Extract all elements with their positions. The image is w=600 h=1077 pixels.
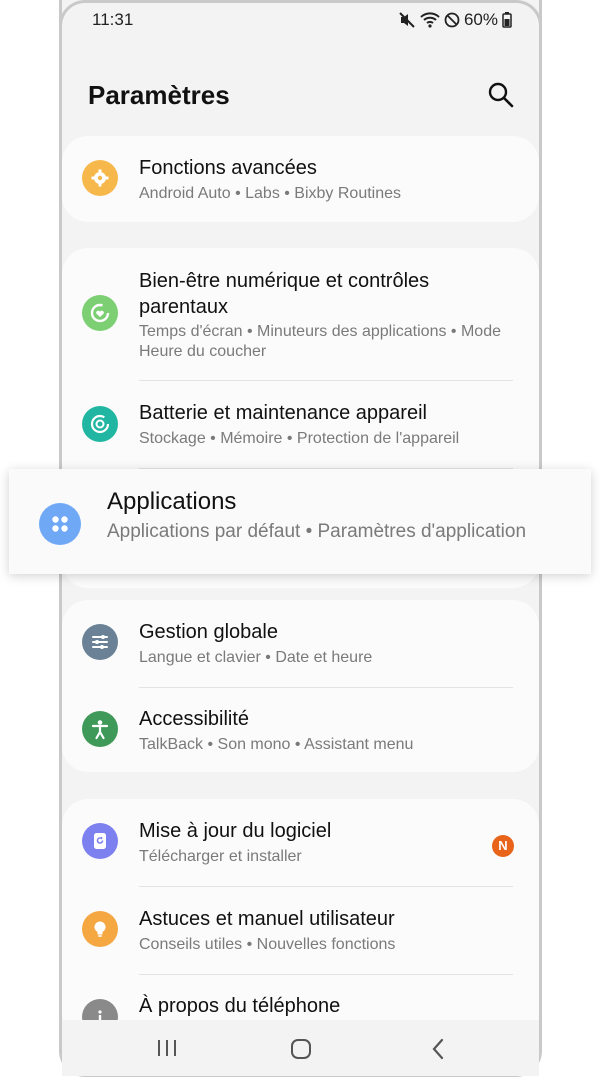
- home-icon: [291, 1039, 311, 1059]
- settings-item-title: Mise à jour du logiciel: [139, 820, 332, 842]
- settings-item-title: Accessibilité: [139, 708, 250, 730]
- device-care-icon: [82, 406, 118, 442]
- back-icon: [432, 1038, 444, 1060]
- accessibility-icon: [82, 711, 118, 747]
- settings-card-system: Gestion globale Langue et clavier • Date…: [62, 600, 539, 772]
- back-button[interactable]: [430, 1038, 446, 1065]
- sliders-icon: [82, 624, 118, 660]
- home-button[interactable]: [290, 1038, 312, 1065]
- wifi-icon: [420, 12, 440, 28]
- settings-item-update[interactable]: Mise à jour du logiciel Télécharger et i…: [62, 799, 539, 885]
- wellbeing-icon: [82, 295, 118, 331]
- settings-item-accessibility[interactable]: Accessibilité TalkBack • Son mono • Assi…: [62, 688, 539, 772]
- settings-item-subtitle: Télécharger et installer: [139, 848, 302, 865]
- recents-button[interactable]: [156, 1038, 178, 1063]
- settings-item-applications[interactable]: Applications Applications par défaut • P…: [9, 469, 591, 574]
- lightbulb-icon: [82, 911, 118, 947]
- settings-item-general[interactable]: Gestion globale Langue et clavier • Date…: [62, 600, 539, 686]
- software-update-icon: [82, 823, 118, 859]
- settings-item-battery[interactable]: Batterie et maintenance appareil Stockag…: [62, 381, 539, 467]
- settings-item-title: Applications: [107, 488, 237, 515]
- puzzle-gear-icon: [82, 160, 118, 196]
- settings-card-support: Mise à jour du logiciel Télécharger et i…: [62, 799, 539, 1039]
- settings-item-advanced[interactable]: Fonctions avancées Android Auto • Labs •…: [62, 136, 539, 222]
- settings-item-title: Fonctions avancées: [139, 157, 317, 179]
- settings-item-title: À propos du téléphone: [139, 995, 341, 1017]
- battery-percent: 60%: [463, 10, 498, 29]
- settings-item-subtitle: Langue et clavier • Date et heure: [139, 649, 373, 666]
- do-not-disturb-icon: [444, 12, 460, 28]
- search-icon: [488, 82, 514, 108]
- new-badge: N: [492, 835, 514, 857]
- mute-icon: [399, 12, 415, 28]
- settings-item-subtitle: Android Auto • Labs • Bixby Routines: [139, 185, 402, 202]
- status-bar: 11:31 60%: [92, 8, 512, 32]
- battery-icon: [502, 12, 512, 28]
- recents-icon: [158, 1040, 176, 1056]
- settings-item-title: Astuces et manuel utilisateur: [139, 908, 395, 930]
- settings-item-title: Gestion globale: [139, 621, 278, 643]
- apps-grid-icon: [39, 503, 81, 545]
- search-button[interactable]: [486, 80, 516, 110]
- settings-item-subtitle: Applications par défaut • Paramètres d'a…: [107, 521, 527, 542]
- settings-item-title: Batterie et maintenance appareil: [139, 402, 427, 424]
- settings-card-advanced: Fonctions avancées Android Auto • Labs •…: [62, 136, 539, 222]
- navigation-bar: [62, 1020, 539, 1076]
- settings-item-title: Bien-être numérique et contrôles parenta…: [139, 270, 430, 318]
- settings-item-subtitle: Conseils utiles • Nouvelles fonctions: [139, 936, 396, 953]
- settings-item-subtitle: Temps d'écran • Minuteurs des applicatio…: [139, 323, 501, 360]
- settings-item-subtitle: Stockage • Mémoire • Protection de l'app…: [139, 430, 460, 447]
- status-time: 11:31: [92, 10, 134, 29]
- settings-item-tips[interactable]: Astuces et manuel utilisateur Conseils u…: [62, 887, 539, 973]
- settings-item-subtitle: TalkBack • Son mono • Assistant menu: [139, 736, 414, 753]
- page-title: Paramètres: [88, 80, 230, 110]
- settings-item-wellbeing[interactable]: Bien-être numérique et contrôles parenta…: [62, 248, 539, 378]
